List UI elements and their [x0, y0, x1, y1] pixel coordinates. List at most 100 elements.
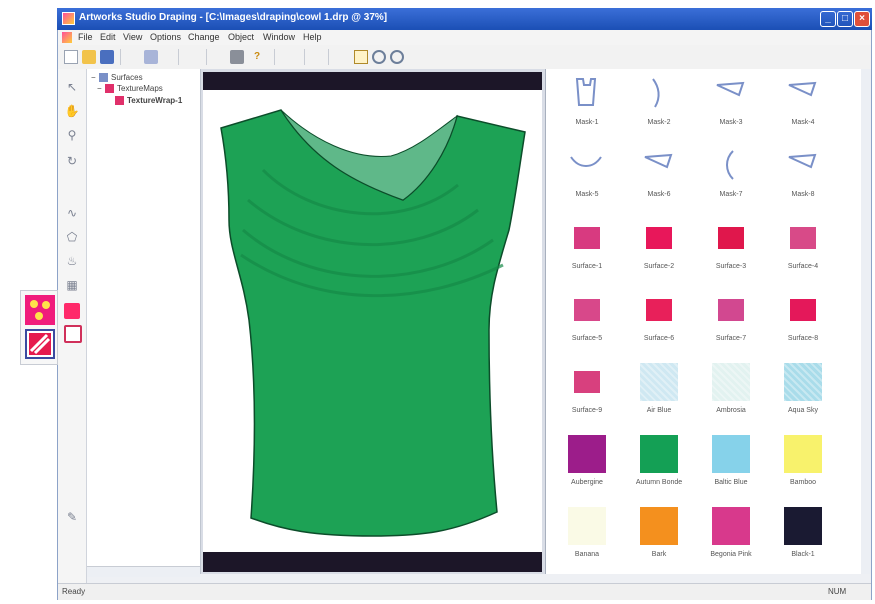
surface-tool-icon[interactable] — [64, 303, 80, 319]
rotate-tool-icon[interactable]: ↻ — [64, 153, 80, 169]
library-item-surface-1[interactable]: Surface-1 — [552, 213, 622, 283]
menu-help[interactable]: Help — [303, 32, 322, 42]
swatch-swatch — [568, 435, 606, 473]
library-item-bark[interactable]: Bark — [624, 501, 694, 571]
save-icon[interactable] — [100, 50, 114, 64]
canvas-bottom-border — [203, 552, 542, 572]
menu-file[interactable]: File — [78, 32, 93, 42]
tree-item-texturewrap[interactable]: TextureWrap-1 — [127, 96, 182, 105]
library-item-mask-2[interactable]: Mask-2 — [624, 69, 694, 139]
library-item-surface-7[interactable]: Surface-7 — [696, 285, 766, 355]
lasso-tool-icon[interactable]: ∿ — [64, 205, 80, 221]
library-item-label: Aubergine — [571, 479, 603, 486]
menu-object[interactable]: Object — [228, 32, 254, 42]
pen-tool-icon[interactable]: ✎ — [64, 509, 80, 525]
texture-swatch — [784, 363, 822, 401]
title-bar[interactable]: Artworks Studio Draping - [C:\Images\dra… — [57, 8, 872, 30]
zoom-out-icon[interactable] — [390, 50, 404, 64]
library-item-bamboo[interactable]: Bamboo — [768, 429, 838, 499]
library-item-label: Mask-2 — [647, 119, 671, 126]
library-item-aubergine[interactable]: Aubergine — [552, 429, 622, 499]
hand-tool-icon[interactable]: ✋ — [64, 103, 80, 119]
drawing-page[interactable] — [203, 90, 542, 552]
library-item-autumn-bonde[interactable]: Autumn Bonde — [624, 429, 694, 499]
library-item-banana[interactable]: Banana — [552, 501, 622, 571]
garment-drawing[interactable] — [203, 90, 542, 552]
library-item-surface-8[interactable]: Surface-8 — [768, 285, 838, 355]
fill-tool-icon[interactable]: ♨ — [64, 253, 80, 269]
tree-expander-icon[interactable]: − — [91, 73, 96, 82]
library-item-label: Baltic Blue — [714, 479, 748, 486]
library-item-surface-6[interactable]: Surface-6 — [624, 285, 694, 355]
library-item-baltic-blue[interactable]: Baltic Blue — [696, 429, 766, 499]
mesh-tool-icon[interactable]: ▦ — [64, 277, 80, 293]
menu-window[interactable]: Window — [263, 32, 295, 42]
print-icon[interactable] — [230, 50, 244, 64]
surface-library-panel: Mask-1 Mask-2 Mask-3 Mask-4 Mask-5 Mask-6 Mask… — [545, 69, 862, 574]
tool-palette: ↖ ✋ ⚲ ↻ ∿ ⬠ ♨ ▦ ✎ — [58, 69, 87, 583]
copy-icon[interactable] — [144, 50, 158, 64]
new-file-icon[interactable] — [64, 50, 78, 64]
library-item-air-blue[interactable]: Air Blue — [624, 357, 694, 427]
texture-tool-icon[interactable] — [64, 325, 82, 343]
toolbar: ? — [58, 45, 871, 70]
surface-palette — [20, 290, 58, 365]
surface-swatch — [718, 299, 744, 321]
library-item-black-1[interactable]: Black-1 — [768, 501, 838, 571]
zoom-tool-icon[interactable]: ⚲ — [64, 127, 80, 143]
library-item-label: Black-1 — [791, 551, 815, 558]
library-item-mask-5[interactable]: Mask-5 — [552, 141, 622, 211]
library-item-label: Mask-4 — [791, 119, 815, 126]
pointer-tool-icon[interactable]: ↖ — [64, 79, 80, 95]
texture-map-icon — [105, 84, 114, 93]
swatch-swatch — [784, 435, 822, 473]
library-item-ambrosia[interactable]: Ambrosia — [696, 357, 766, 427]
open-folder-icon[interactable] — [82, 50, 96, 64]
menu-view[interactable]: View — [123, 32, 142, 42]
menu-edit[interactable]: Edit — [100, 32, 116, 42]
library-item-surface-5[interactable]: Surface-5 — [552, 285, 622, 355]
library-item-surface-2[interactable]: Surface-2 — [624, 213, 694, 283]
tree-horizontal-scrollbar[interactable] — [87, 566, 200, 577]
library-item-mask-6[interactable]: Mask-6 — [624, 141, 694, 211]
tree-item-surfaces[interactable]: Surfaces — [111, 73, 143, 82]
texture-swatch-icon[interactable] — [25, 329, 55, 359]
library-item-label: Bamboo — [789, 479, 817, 486]
tree-expander-icon[interactable]: − — [97, 84, 102, 93]
document-icon[interactable] — [62, 32, 72, 43]
close-button[interactable]: × — [854, 11, 870, 27]
surface-swatch-icon[interactable] — [25, 295, 55, 325]
texture-swatch — [640, 363, 678, 401]
status-bar: Ready NUM — [58, 583, 871, 600]
minimize-button[interactable]: _ — [820, 11, 836, 27]
toolbar-divider — [304, 49, 305, 65]
library-item-begonia-pink[interactable]: Begonia Pink — [696, 501, 766, 571]
texture-swatch — [712, 363, 750, 401]
menu-options[interactable]: Options — [150, 32, 181, 42]
zoom-in-icon[interactable] — [372, 50, 386, 64]
surface-swatch — [718, 227, 744, 249]
library-item-mask-7[interactable]: Mask-7 — [696, 141, 766, 211]
library-item-surface-9[interactable]: Surface-9 — [552, 357, 622, 427]
library-item-mask-8[interactable]: Mask-8 — [768, 141, 838, 211]
flower-pattern-icon — [30, 300, 50, 320]
library-item-mask-4[interactable]: Mask-4 — [768, 69, 838, 139]
polygon-tool-icon[interactable]: ⬠ — [64, 229, 80, 245]
library-item-label: Ambrosia — [716, 407, 746, 414]
library-item-mask-1[interactable]: Mask-1 — [552, 69, 622, 139]
library-item-label: Surface-7 — [715, 335, 747, 342]
page-view-icon[interactable] — [354, 50, 368, 64]
canvas-top-border — [203, 72, 542, 90]
library-item-label: Bark — [651, 551, 667, 558]
maximize-button[interactable]: □ — [837, 11, 853, 27]
library-item-mask-3[interactable]: Mask-3 — [696, 69, 766, 139]
library-item-aqua-sky[interactable]: Aqua Sky — [768, 357, 838, 427]
swatch-swatch — [712, 507, 750, 545]
toolbar-divider — [328, 49, 329, 65]
help-icon[interactable]: ? — [250, 50, 264, 64]
tree-item-texturemaps[interactable]: TextureMaps — [117, 84, 163, 93]
library-item-surface-4[interactable]: Surface-4 — [768, 213, 838, 283]
menu-change[interactable]: Change — [188, 32, 220, 42]
library-scrollbar[interactable] — [861, 69, 871, 574]
library-item-surface-3[interactable]: Surface-3 — [696, 213, 766, 283]
